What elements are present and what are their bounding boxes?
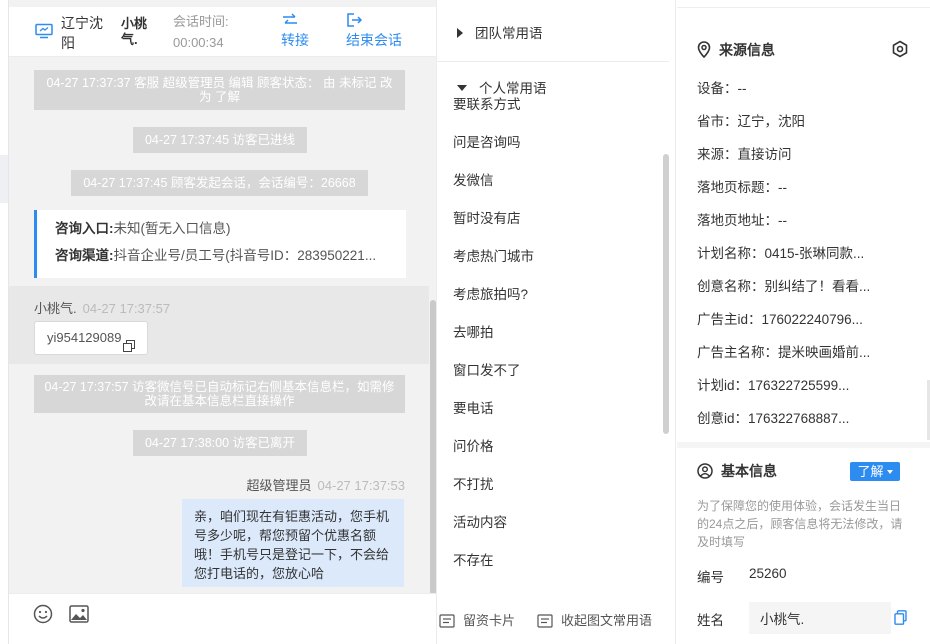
card-icon xyxy=(439,613,463,628)
info-plan-name: 计划名称：0415-张琳同款... xyxy=(697,246,865,261)
collapse-phrases-button[interactable]: 收起图文常用语 xyxy=(537,610,652,629)
info-advertiser-name: 广告主名称：提米映画婚前... xyxy=(697,345,871,360)
phrase-item[interactable]: 问是咨询吗 xyxy=(453,133,653,171)
basic-info-hint: 为了保障您的使用体验，会话发生当日的24点之后，顾客信息将无法修改，请及时填写 xyxy=(697,499,903,549)
copy-icon[interactable] xyxy=(894,610,907,628)
chat-panel: 辽宁沈阳 小桃气. 会话时间: 00:00:34 转接 结束会话 04-27 1… xyxy=(8,0,437,644)
collapse-phrases-label: 收起图文常用语 xyxy=(561,613,653,628)
settings-icon[interactable] xyxy=(891,40,909,61)
phrase-item[interactable]: 发微信 xyxy=(453,171,653,209)
visitor-name: 小桃气. xyxy=(121,16,148,47)
basic-info-title: 基本信息 xyxy=(721,463,777,479)
phrase-item[interactable]: 考虑热门城市 xyxy=(453,247,653,285)
session-time-value: 00:00:34 xyxy=(173,35,224,50)
transfer-button[interactable]: 转接 xyxy=(281,12,309,50)
system-message: 04-27 17:37:57 访客微信号已自动标记右侧基本信息栏，如需修改请在基… xyxy=(34,375,405,413)
caret-down-icon xyxy=(886,470,893,474)
source-info-title: 来源信息 xyxy=(719,42,775,58)
transfer-label: 转接 xyxy=(281,32,309,48)
chat-messages: 04-27 17:37:37 客服 超级管理员 编辑 顾客状态： 由 未标记 改… xyxy=(9,57,437,593)
collapsed-arrow-icon xyxy=(457,28,463,38)
phrases-scrollbar[interactable] xyxy=(663,154,669,434)
number-value: 25260 xyxy=(749,566,787,581)
customer-info-panel: 来源信息 设备：-- 省市：辽宁，沈阳 来源：直接访问 落地页标题：-- 落地页… xyxy=(677,0,930,644)
info-province-city: 省市：辽宁，沈阳 xyxy=(697,114,805,129)
entry-value: 未知(暂无入口信息) xyxy=(113,221,231,236)
agent-message-bubble: 亲，咱们现在有钜惠活动，您手机号多少呢，帮您预留个优惠名额哦！手机号只是登记一下… xyxy=(182,499,404,587)
end-session-label: 结束会话 xyxy=(346,32,402,48)
wechat-id-box: yi954129089 xyxy=(34,321,148,355)
system-message: 04-27 17:38:00 访客已离开 xyxy=(133,430,307,456)
copy-icon[interactable] xyxy=(123,332,135,364)
info-landing-url: 落地页地址：-- xyxy=(697,213,787,228)
left-gutter xyxy=(0,0,8,644)
system-message: 04-27 17:37:45 顾客发起会话，会话编号：26668 xyxy=(71,170,368,196)
source-info-list: 设备：-- 省市：辽宁，沈阳 来源：直接访问 落地页标题：-- 落地页地址：--… xyxy=(697,79,907,442)
info-source: 来源：直接访问 xyxy=(697,147,792,162)
agent-name: 超级管理员 xyxy=(246,478,312,493)
system-message: 04-27 17:37:45 访客已进线 xyxy=(133,127,307,153)
visitor-location: 辽宁沈阳 xyxy=(61,15,103,51)
visitor-message-time: 04-27 17:37:57 xyxy=(82,301,171,316)
phrase-item[interactable]: 暂时没有店 xyxy=(453,209,653,247)
gutter-tab[interactable] xyxy=(0,155,8,203)
message-icon xyxy=(537,613,561,628)
phrase-item[interactable]: 活动内容 xyxy=(453,513,653,551)
location-pin-icon xyxy=(697,41,719,59)
system-message: 04-27 17:37:37 客服 超级管理员 编辑 顾客状态： 由 未标记 改… xyxy=(34,70,405,110)
phrase-item[interactable]: 考虑旅拍吗? xyxy=(453,285,653,323)
quick-replies-panel: 团队常用语 个人常用语 要联系方式 问是咨询吗 发微信 暂时没有店 考虑热门城市… xyxy=(436,0,676,644)
phrase-item[interactable]: 要联系方式 xyxy=(453,95,653,133)
source-info-header: 来源信息 xyxy=(697,40,775,60)
team-phrases-group[interactable]: 团队常用语 xyxy=(457,25,543,43)
phrase-item[interactable]: 要电话 xyxy=(453,399,653,437)
phrase-item[interactable]: 去哪拍 xyxy=(453,323,653,361)
transfer-icon xyxy=(281,12,309,30)
image-icon[interactable] xyxy=(69,605,89,626)
phrase-item[interactable]: 不打扰 xyxy=(453,475,653,513)
end-session-button[interactable]: 结束会话 xyxy=(346,12,402,50)
phrase-item[interactable]: 不存在 xyxy=(453,551,653,589)
info-plan-id: 计划id：176322725599... xyxy=(697,378,850,393)
lead-card-button[interactable]: 留资卡片 xyxy=(439,610,515,629)
lead-card-label: 留资卡片 xyxy=(463,613,516,628)
session-time-label: 会话时间: xyxy=(173,14,229,29)
info-landing-title: 落地页标题：-- xyxy=(697,180,787,195)
info-advertiser-id: 广告主id：176022240796... xyxy=(697,312,863,327)
info-device: 设备：-- xyxy=(697,81,747,96)
name-label: 姓名 xyxy=(697,613,724,628)
agent-message-time: 04-27 17:37:53 xyxy=(317,478,405,493)
basic-info-header: 基本信息 xyxy=(697,461,777,481)
personal-phrases-label: 个人常用语 xyxy=(479,81,547,96)
chat-toolbar xyxy=(9,593,437,644)
entry-info-card: 咨询入口:未知(暂无入口信息) 咨询渠道:抖音企业号/员工号(抖音号ID：283… xyxy=(34,210,406,278)
name-input[interactable] xyxy=(749,602,891,634)
divider xyxy=(677,442,930,448)
phrase-list: 要联系方式 问是咨询吗 发微信 暂时没有店 考虑热门城市 考虑旅拍吗? 去哪拍 … xyxy=(453,95,653,589)
phrase-item[interactable]: 窗口发不了 xyxy=(453,361,653,399)
user-icon xyxy=(697,463,721,479)
customer-status-dropdown[interactable]: 了解 xyxy=(850,462,900,481)
entry-label: 咨询入口: xyxy=(55,221,114,236)
divider xyxy=(437,61,669,62)
emoji-icon[interactable] xyxy=(33,604,53,627)
visitor-message-name: 小桃气. xyxy=(34,301,77,316)
visitor-message: 小桃气. 04-27 17:37:57 yi954129089 xyxy=(9,286,429,364)
channel-value: 抖音企业号/员工号(抖音号ID：283950221... xyxy=(113,248,377,263)
exit-icon xyxy=(346,12,402,30)
chat-header: 辽宁沈阳 小桃气. 会话时间: 00:00:34 转接 结束会话 xyxy=(9,7,437,57)
team-phrases-label: 团队常用语 xyxy=(475,26,543,41)
divider xyxy=(677,7,930,8)
monitor-icon xyxy=(35,23,53,39)
expanded-arrow-icon xyxy=(457,85,467,91)
info-creative-name: 创意名称：别纠结了！看看... xyxy=(697,279,871,294)
info-creative-id: 创意id：176322768887... xyxy=(697,411,850,426)
customer-status-label: 了解 xyxy=(857,464,884,479)
quick-replies-footer: 留资卡片 收起图文常用语 xyxy=(437,593,677,644)
phrase-item[interactable]: 问价格 xyxy=(453,437,653,475)
channel-label: 咨询渠道: xyxy=(55,248,114,263)
wechat-id: yi954129089 xyxy=(47,330,122,345)
number-label: 编号 xyxy=(697,570,724,585)
